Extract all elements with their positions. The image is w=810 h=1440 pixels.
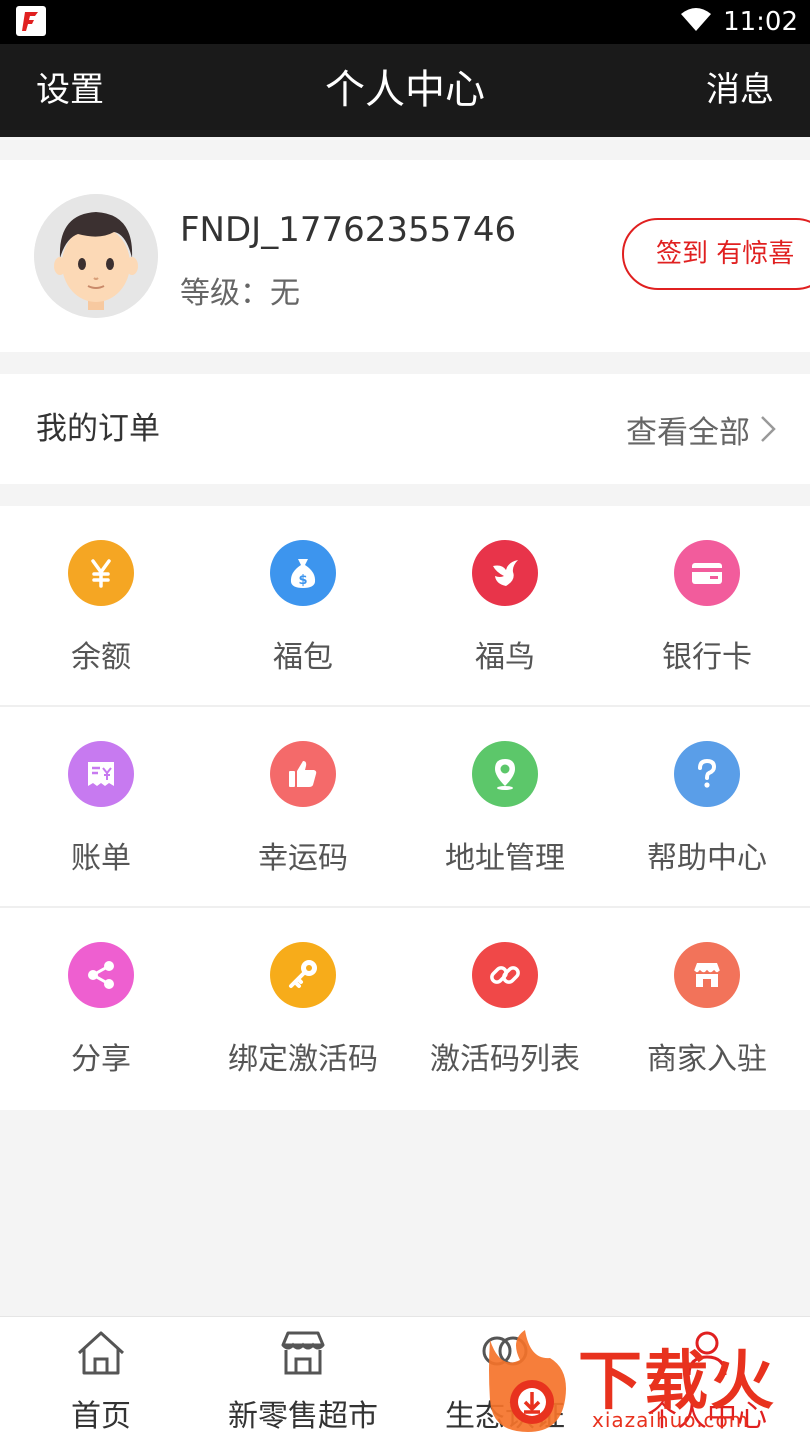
grid-item-label: 激活码列表 [430, 1042, 580, 1077]
bird-logo-icon [472, 540, 538, 606]
my-orders-row[interactable]: 我的订单 查看全部 [0, 374, 810, 484]
grid-item-label: 余额 [71, 640, 131, 675]
status-time: 11:02 [723, 7, 798, 37]
key-icon [270, 942, 336, 1008]
grid-item-label: 绑定激活码 [228, 1042, 378, 1077]
store-icon [674, 942, 740, 1008]
money-bag-icon: $ [270, 540, 336, 606]
feature-grid: 余额 $ 福包 福鸟 银行卡 账单 幸运码 地址管理 帮助中心 分享 绑定激活码… [0, 506, 810, 1110]
profile-card: FNDJ_17762355746 等级：无 签到 有惊喜 [0, 160, 810, 352]
grid-item-code-list[interactable]: 激活码列表 [404, 908, 606, 1109]
svg-text:$: $ [298, 573, 307, 588]
user-level: 等级：无 [180, 276, 300, 311]
grid-item-label: 账单 [71, 841, 131, 876]
tab-home[interactable]: 首页 [0, 1317, 202, 1440]
grid-item-fubao[interactable]: $ 福包 [202, 506, 404, 707]
share-icon [68, 942, 134, 1008]
tab-market[interactable]: 新零售超市 [202, 1317, 404, 1440]
view-all-label: 查看全部 [626, 414, 750, 451]
avatar[interactable] [34, 194, 158, 318]
bill-icon [68, 741, 134, 807]
my-orders-label: 我的订单 [36, 411, 160, 447]
grid-item-label: 分享 [71, 1042, 131, 1077]
grid-item-label: 地址管理 [445, 841, 565, 876]
grid-item-lucky-code[interactable]: 幸运码 [202, 707, 404, 908]
grid-row: 分享 绑定激活码 激活码列表 商家入驻 [0, 908, 810, 1109]
grid-item-label: 幸运码 [258, 841, 348, 876]
view-all-orders-link[interactable]: 查看全部 [626, 374, 776, 484]
grid-item-label: 帮助中心 [647, 841, 767, 876]
market-icon [275, 1327, 331, 1379]
location-pin-icon [472, 741, 538, 807]
messages-button[interactable]: 消息 [706, 44, 774, 137]
grid-item-merchant[interactable]: 商家入驻 [606, 908, 808, 1109]
username: FNDJ_17762355746 [180, 210, 517, 250]
grid-row: 账单 幸运码 地址管理 帮助中心 [0, 707, 810, 908]
grid-row: 余额 $ 福包 福鸟 银行卡 [0, 506, 810, 707]
status-bar: 11:02 [0, 0, 810, 44]
yen-icon [68, 540, 134, 606]
question-icon [674, 741, 740, 807]
watermark-url: xiazaihuo.com [592, 1408, 750, 1432]
grid-item-bind-code[interactable]: 绑定激活码 [202, 908, 404, 1109]
home-icon [73, 1327, 129, 1379]
bank-card-icon [674, 540, 740, 606]
grid-item-bank-card[interactable]: 银行卡 [606, 506, 808, 707]
grid-item-balance[interactable]: 余额 [0, 506, 202, 707]
grid-item-label: 福包 [273, 640, 333, 675]
chevron-right-icon [760, 415, 776, 443]
grid-item-bill[interactable]: 账单 [0, 707, 202, 908]
grid-item-funiao[interactable]: 福鸟 [404, 506, 606, 707]
watermark-logo: 下载火 xiazaihuo.com [470, 1320, 810, 1440]
checkin-button[interactable]: 签到 有惊喜 [622, 218, 810, 290]
wifi-icon [679, 5, 713, 40]
thumbs-up-icon [270, 741, 336, 807]
grid-item-label: 银行卡 [662, 640, 752, 675]
grid-item-label: 福鸟 [475, 640, 535, 675]
app-notification-icon [16, 6, 46, 36]
grid-item-address[interactable]: 地址管理 [404, 707, 606, 908]
grid-item-share[interactable]: 分享 [0, 908, 202, 1109]
grid-item-label: 商家入驻 [647, 1042, 767, 1077]
page-title: 个人中心 [325, 67, 485, 113]
link-icon [472, 942, 538, 1008]
tab-label: 首页 [71, 1399, 131, 1434]
tab-label: 新零售超市 [228, 1399, 378, 1434]
flame-logo-icon [470, 1320, 590, 1440]
grid-item-help[interactable]: 帮助中心 [606, 707, 808, 908]
top-nav-bar: 设置 个人中心 消息 [0, 44, 810, 137]
